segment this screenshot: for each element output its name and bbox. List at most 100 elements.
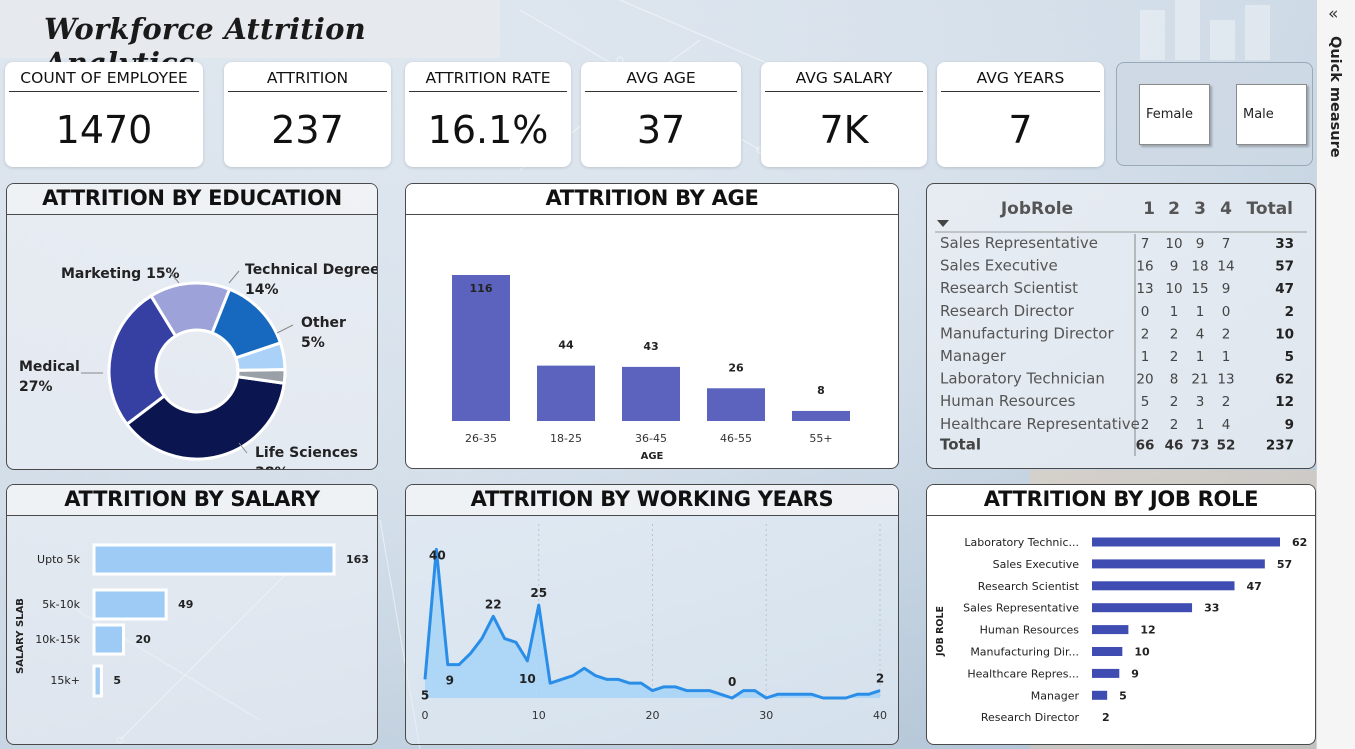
job-role-bar (1092, 559, 1265, 569)
education-donut-chart: Life Sciences 38% Medical 27% Marketing 15% T… (19, 262, 378, 469)
table-cell: 9 (1222, 281, 1231, 297)
table-cell-total: 9 (1285, 417, 1294, 433)
table-cell: 5 (1141, 394, 1150, 410)
point-data-label: 9 (446, 674, 454, 688)
table-cell: 2 (1170, 417, 1179, 433)
table-cell-jobrole: Research Director (940, 302, 1075, 320)
table-total-label: Total (940, 435, 981, 453)
table-cell: 1 (1196, 417, 1205, 433)
table-header: JobRole (1000, 199, 1073, 219)
kpi-card-attrition-rate: ATTRITION RATE 16.1% (405, 62, 571, 167)
y-tick-label: Manufacturing Dir... (970, 646, 1079, 659)
job-role-bar (1092, 625, 1129, 635)
salary-bar (92, 588, 168, 621)
quick-measure-pane[interactable]: « Quick measure (1316, 0, 1355, 749)
table-total-cell: 73 (1191, 437, 1210, 453)
age-bar-chart: 116 26-35 44 18-25 43 36-45 26 46-55 8 55+ AGE (452, 275, 850, 462)
bar-data-label: 5 (1119, 689, 1127, 702)
panel-title: ATTRITION BY JOB ROLE (927, 485, 1315, 516)
x-axis-title: AGE (641, 451, 664, 462)
table-cell: 2 (1170, 326, 1179, 342)
x-tick-label: 20 (646, 709, 660, 722)
dashboard-title: Workforce Attrition Analytics (0, 0, 500, 80)
x-tick-label: 30 (759, 709, 773, 722)
collapse-chevron-icon[interactable]: « (1328, 4, 1338, 24)
table-cell: 1 (1196, 349, 1205, 365)
kpi-card-avg-salary: AVG SALARY 7K (761, 62, 927, 167)
y-tick-label: 15k+ (50, 674, 80, 687)
kpi-card-attrition: ATTRITION 237 (224, 62, 391, 167)
kpi-value: 37 (636, 108, 686, 152)
table-header: 1 (1143, 199, 1155, 219)
table-cell: 2 (1141, 326, 1150, 342)
table-cell: 15 (1191, 281, 1208, 297)
bar-data-label: 20 (135, 633, 151, 646)
table-cell: 18 (1191, 259, 1208, 275)
kpi-value: 16.1% (427, 108, 549, 152)
y-tick-label: Laboratory Technic... (964, 536, 1079, 549)
x-tick-label: 55+ (809, 432, 832, 445)
attrition-by-salary-panel: ATTRITION BY SALARY Upto 5k 163 5k-10k 49 10… (6, 484, 378, 745)
slicer-option-male[interactable]: Male (1236, 84, 1307, 145)
slice-name: Technical Degree (245, 262, 378, 278)
table-cell: 2 (1222, 326, 1231, 342)
table-cell-total: 10 (1275, 326, 1294, 342)
table-cell-jobrole: Manager (940, 347, 1007, 365)
table-cell: 13 (1136, 281, 1153, 297)
table-cell-jobrole: Research Scientist (940, 279, 1078, 297)
table-cell-total: 57 (1275, 259, 1294, 275)
y-tick-label: Sales Representative (963, 602, 1079, 615)
bar-data-label: 10 (1134, 646, 1150, 659)
panel-title: ATTRITION BY SALARY (7, 485, 377, 516)
leader-line (228, 270, 240, 284)
kpi-label: AVG SALARY (765, 69, 923, 92)
table-cell-jobrole: Laboratory Technician (940, 370, 1105, 388)
point-data-label: 5 (421, 688, 429, 702)
kpi-label: ATTRITION (228, 69, 387, 92)
bar-data-label: 2 (1102, 711, 1110, 724)
table-cell-jobrole: Sales Representative (940, 234, 1098, 252)
attrition-by-education-panel: ATTRITION BY EDUCATION Life Sciences 38% M… (6, 183, 378, 470)
bar-data-label: 44 (558, 339, 574, 352)
table-header: 2 (1168, 199, 1180, 219)
x-tick-label: 0 (422, 709, 429, 722)
table-cell: 4 (1196, 326, 1205, 342)
slicer-option-female[interactable]: Female (1139, 84, 1210, 145)
bar-data-label: 33 (1204, 602, 1219, 615)
salary-bar (92, 623, 125, 656)
slice-value-label: 27% (19, 379, 53, 395)
table-cell: 16 (1136, 259, 1153, 275)
table-cell: 8 (1170, 372, 1179, 388)
job-role-bar (1092, 581, 1235, 591)
kpi-card-avg-age: AVG AGE 37 (581, 62, 741, 167)
point-data-label: 10 (519, 672, 536, 686)
age-bar (452, 275, 510, 421)
point-data-label: 40 (429, 548, 446, 562)
table-cell-total: 47 (1275, 281, 1294, 297)
point-data-label: 0 (728, 675, 736, 689)
jobrole-matrix-table: JobRole 1 2 3 4 TotalSales Representative 7 10 9… (935, 199, 1307, 456)
slice-label: Marketing 15% (61, 266, 180, 282)
table-cell: 7 (1222, 236, 1231, 252)
table-cell: 21 (1191, 372, 1208, 388)
working-years-area-chart: 0 10 20 30 40 5 40 9 22 10 25 0 2 (421, 524, 887, 722)
job-role-bar (1092, 668, 1120, 678)
y-tick-label: Human Resources (980, 624, 1080, 637)
y-tick-label: Upto 5k (37, 553, 81, 566)
table-cell: 1 (1222, 349, 1231, 365)
age-bar (707, 388, 765, 421)
bar-data-label: 47 (1247, 580, 1262, 593)
bar-data-label: 43 (643, 340, 658, 353)
bar-data-label: 163 (346, 553, 369, 566)
bar-data-label: 9 (1131, 667, 1139, 680)
table-cell-jobrole: Human Resources (940, 392, 1076, 410)
x-tick-label: 18-25 (550, 432, 582, 445)
kpi-card-count-of-employee: COUNT OF EMPLOYEE 1470 (5, 62, 203, 167)
salary-bar (92, 543, 336, 576)
table-cell-total: 5 (1285, 349, 1294, 365)
kpi-label: AVG YEARS (941, 69, 1100, 92)
table-total-cell: 66 (1136, 437, 1155, 453)
table-cell-total: 33 (1275, 236, 1294, 252)
panel-title: ATTRITION BY AGE (406, 184, 898, 215)
y-axis-title: SALARY SLAB (15, 598, 26, 674)
